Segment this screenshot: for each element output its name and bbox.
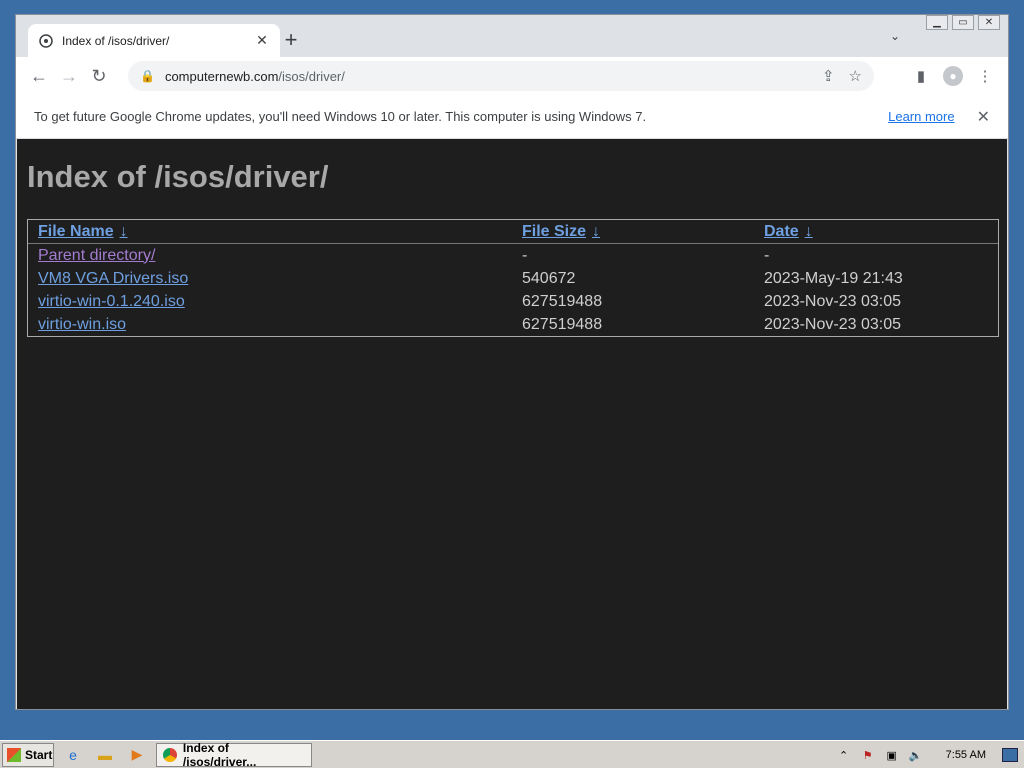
show-hidden-icons-icon[interactable]: ⌃: [836, 747, 852, 763]
column-label: File Size: [522, 223, 587, 240]
action-center-icon[interactable]: ⚑: [860, 747, 876, 763]
sort-by-size-link[interactable]: File Size ↓: [522, 223, 600, 240]
file-explorer-icon[interactable]: ▬: [92, 743, 118, 767]
tab-search-chevron-icon[interactable]: ⌄: [890, 29, 900, 43]
profile-avatar-icon: ●: [943, 66, 963, 86]
date-cell: 2023-Nov-23 03:05: [764, 315, 901, 333]
browser-toolbar: ← → ↻ 🔒 computernewb.com/isos/driver/ ⇪ …: [16, 57, 1008, 95]
sort-arrow-icon: ↓: [592, 223, 601, 240]
chrome-window: Index of /isos/driver/ ✕ + ⌄ ▁ ▭ ✕ ← → ↻…: [15, 14, 1009, 710]
file-size-cell: 627519488: [522, 315, 603, 333]
forward-button[interactable]: →: [54, 61, 84, 91]
tab-close-icon[interactable]: ✕: [254, 32, 270, 49]
page-favicon-icon: [38, 33, 54, 49]
reload-button[interactable]: ↻: [84, 61, 114, 91]
system-tray: ⌃ ⚑ ▣ 🔈 7:55 AM: [836, 743, 1024, 767]
close-window-button[interactable]: ✕: [978, 15, 1000, 30]
table-row: Parent directory/ - -: [28, 244, 998, 267]
volume-icon[interactable]: 🔈: [908, 747, 924, 763]
browser-tab[interactable]: Index of /isos/driver/ ✕: [28, 24, 280, 57]
column-header-date[interactable]: Date ↓: [754, 220, 998, 244]
file-size-cell: 540672: [522, 269, 576, 287]
url-host: computernewb.com: [164, 68, 279, 84]
update-infobar: To get future Google Chrome updates, you…: [16, 95, 1008, 139]
column-label: Date: [764, 223, 799, 240]
column-header-file-size[interactable]: File Size ↓: [512, 220, 754, 244]
page-content: Index of /isos/driver/ File Name ↓ File S…: [17, 139, 1007, 709]
address-bar[interactable]: 🔒 computernewb.com/isos/driver/ ⇪ ☆: [128, 61, 874, 91]
infobar-close-icon[interactable]: ✕: [977, 107, 990, 127]
windows-logo-icon: [7, 747, 21, 762]
start-button[interactable]: Start: [2, 742, 54, 767]
start-label: Start: [25, 747, 53, 762]
sort-arrow-icon: ↓: [804, 223, 813, 240]
chrome-icon: [163, 747, 177, 762]
internet-explorer-icon[interactable]: e: [60, 743, 86, 767]
new-tab-button[interactable]: +: [278, 27, 304, 53]
date-cell: 2023-May-19 21:43: [764, 269, 903, 287]
parent-directory-link[interactable]: Parent directory/: [38, 247, 155, 264]
maximize-button[interactable]: ▭: [952, 15, 974, 30]
column-label: File Name: [38, 223, 114, 240]
sort-arrow-icon: ↓: [119, 223, 128, 240]
show-desktop-icon[interactable]: [1002, 748, 1018, 762]
page-title: Index of /isos/driver/: [27, 159, 329, 194]
lock-icon[interactable]: 🔒: [140, 69, 155, 83]
file-link[interactable]: virtio-win-0.1.240.iso: [38, 293, 185, 310]
windows-taskbar: Start e ▬ ▶ Index of /isos/driver... ⌃ ⚑…: [0, 740, 1024, 768]
table-row: virtio-win.iso 627519488 2023-Nov-23 03:…: [28, 313, 998, 336]
bookmark-star-icon[interactable]: ☆: [849, 67, 862, 85]
menu-kebab-icon[interactable]: ⋮: [974, 61, 996, 91]
tab-title: Index of /isos/driver/: [62, 33, 170, 48]
file-size-cell: -: [522, 246, 528, 264]
table-row: virtio-win-0.1.240.iso 627519488 2023-No…: [28, 290, 998, 313]
share-icon[interactable]: ⇪: [822, 67, 835, 85]
network-icon[interactable]: ▣: [884, 747, 900, 763]
sort-by-date-link[interactable]: Date ↓: [764, 223, 813, 240]
clock[interactable]: 7:55 AM: [946, 749, 986, 761]
file-listing-table: File Name ↓ File Size ↓ Date ↓ Parent direc…: [27, 219, 999, 337]
file-link[interactable]: VM8 VGA Drivers.iso: [38, 270, 188, 287]
column-header-file-name[interactable]: File Name ↓: [28, 220, 512, 244]
table-header-row: File Name ↓ File Size ↓ Date ↓: [28, 220, 998, 244]
tab-strip: Index of /isos/driver/ ✕ + ⌄ ▁ ▭ ✕: [16, 15, 1008, 57]
side-panel-icon[interactable]: ▮: [910, 61, 932, 91]
file-size-cell: 627519488: [522, 292, 603, 310]
taskbar-chrome-item[interactable]: Index of /isos/driver...: [156, 740, 312, 768]
window-controls: ▁ ▭ ✕: [926, 15, 1000, 30]
profile-button[interactable]: ●: [942, 61, 964, 91]
back-button[interactable]: ←: [24, 61, 54, 91]
infobar-message: To get future Google Chrome updates, you…: [34, 109, 647, 124]
url-path: /isos/driver/: [278, 68, 345, 84]
date-cell: 2023-Nov-23 03:05: [764, 292, 901, 310]
file-link[interactable]: virtio-win.iso: [38, 316, 126, 333]
date-cell: -: [764, 246, 770, 264]
learn-more-link[interactable]: Learn more: [888, 109, 954, 124]
table-row: VM8 VGA Drivers.iso 540672 2023-May-19 2…: [28, 267, 998, 290]
sort-by-name-link[interactable]: File Name ↓: [38, 223, 128, 240]
media-player-icon[interactable]: ▶: [124, 743, 150, 767]
taskbar-item-label: Index of /isos/driver...: [182, 740, 257, 768]
minimize-button[interactable]: ▁: [926, 15, 948, 30]
url-text[interactable]: computernewb.com/isos/driver/: [165, 69, 822, 84]
